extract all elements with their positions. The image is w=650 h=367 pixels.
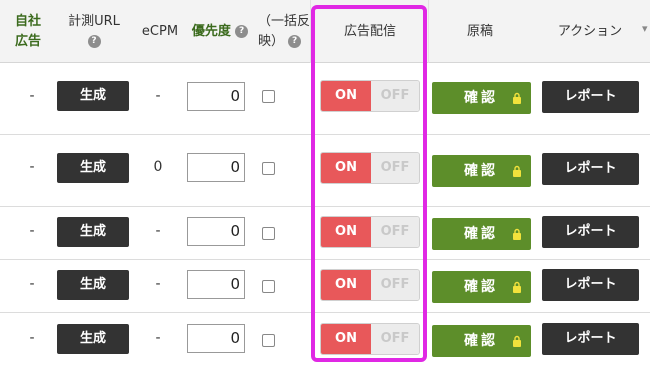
confirm-label: 確認 (464, 90, 498, 106)
delivery-toggle[interactable]: ON OFF (320, 269, 420, 301)
delivery-toggle[interactable]: ON OFF (320, 216, 420, 248)
table-row: - 生成 - 0 ON OFF 確認 レポート (0, 63, 650, 135)
report-button[interactable]: レポート (542, 153, 639, 185)
report-button[interactable]: レポート (542, 269, 639, 301)
generate-url-button[interactable]: 生成 (57, 217, 129, 247)
toggle-on-label[interactable]: ON (321, 153, 371, 183)
delivery-toggle[interactable]: ON OFF (320, 152, 420, 184)
bulk-apply-checkbox[interactable] (262, 227, 275, 240)
report-button[interactable]: レポート (542, 81, 639, 113)
delivery-toggle[interactable]: ON OFF (320, 80, 420, 112)
header-jisha-line2: 広告 (14, 34, 41, 49)
bulk-apply-checkbox[interactable] (262, 90, 275, 103)
header-keisoku-url-label: 計測URL (68, 14, 120, 29)
toggle-off-label[interactable]: OFF (371, 324, 419, 354)
lock-icon (513, 165, 521, 177)
lock-icon (513, 228, 521, 240)
delivery-toggle[interactable]: ON OFF (320, 323, 420, 355)
lock-icon (513, 281, 521, 293)
confirm-creative-button[interactable]: 確認 (432, 155, 531, 187)
priority-input[interactable]: 0 (187, 217, 245, 246)
table-header: 自社 広告 計測URL ? eCPM 優先度 ? （一括反 映） ? 広告配信 … (0, 0, 650, 63)
ecpm-value: 0 (153, 159, 163, 175)
jisha-value: - (29, 88, 35, 104)
toggle-off-label[interactable]: OFF (371, 153, 419, 183)
confirm-label: 確認 (464, 226, 498, 242)
toggle-on-label[interactable]: ON (321, 324, 371, 354)
toggle-on-label[interactable]: ON (321, 81, 371, 111)
header-ad-delivery: 広告配信 (343, 24, 396, 39)
bulk-apply-checkbox[interactable] (262, 334, 275, 347)
priority-input[interactable]: 0 (187, 324, 245, 353)
confirm-creative-button[interactable]: 確認 (432, 325, 531, 357)
toggle-on-label[interactable]: ON (321, 217, 371, 247)
jisha-value: - (29, 223, 35, 239)
help-icon[interactable]: ? (288, 35, 302, 48)
help-icon[interactable]: ? (87, 35, 101, 48)
jisha-value: - (29, 159, 35, 175)
table-row: - 生成 - 0 ON OFF 確認 レポート (0, 313, 650, 367)
priority-input[interactable]: 0 (187, 153, 245, 182)
bulk-apply-checkbox[interactable] (262, 280, 275, 293)
table-row: - 生成 - 0 ON OFF 確認 レポート (0, 207, 650, 260)
header-ikkatsu-line2: 映） (258, 34, 285, 49)
header-priority-label: 優先度 (191, 24, 231, 39)
column-edge-mark: ▾ (642, 22, 648, 35)
header-ikkatsu-line1: （一括反 (258, 14, 311, 29)
header-jisha-koukoku: 自社 広告 (10, 12, 46, 52)
header-ikkatsu: （一括反 映） ? (258, 12, 310, 52)
help-icon[interactable]: ? (235, 25, 249, 38)
generate-url-button[interactable]: 生成 (57, 324, 129, 354)
lock-icon (513, 335, 521, 347)
toggle-off-label[interactable]: OFF (371, 270, 419, 300)
generate-url-button[interactable]: 生成 (57, 270, 129, 300)
toggle-off-label[interactable]: OFF (371, 81, 419, 111)
ecpm-value: - (155, 276, 161, 292)
jisha-value: - (29, 276, 35, 292)
confirm-creative-button[interactable]: 確認 (432, 218, 531, 250)
bulk-apply-checkbox[interactable] (262, 162, 275, 175)
confirm-creative-button[interactable]: 確認 (432, 271, 531, 303)
lock-icon (513, 92, 521, 104)
header-genkou: 原稿 (466, 24, 493, 39)
generate-url-button[interactable]: 生成 (57, 153, 129, 183)
ecpm-value: - (155, 223, 161, 239)
generate-url-button[interactable]: 生成 (57, 81, 129, 111)
confirm-label: 確認 (464, 279, 498, 295)
jisha-value: - (29, 330, 35, 346)
header-keisoku-url: 計測URL ? (60, 12, 128, 52)
priority-input[interactable]: 0 (187, 82, 245, 111)
table-row: - 生成 0 0 ON OFF 確認 レポート (0, 135, 650, 207)
table-row: - 生成 - 0 ON OFF 確認 レポート (0, 260, 650, 313)
ad-table: 自社 広告 計測URL ? eCPM 優先度 ? （一括反 映） ? 広告配信 … (0, 0, 650, 367)
header-priority: 優先度 ? (184, 22, 256, 42)
confirm-creative-button[interactable]: 確認 (432, 82, 531, 114)
confirm-label: 確認 (464, 163, 498, 179)
toggle-on-label[interactable]: ON (321, 270, 371, 300)
report-button[interactable]: レポート (542, 216, 639, 248)
ecpm-value: - (155, 88, 161, 104)
confirm-label: 確認 (464, 333, 498, 349)
toggle-off-label[interactable]: OFF (371, 217, 419, 247)
report-button[interactable]: レポート (542, 323, 639, 355)
ecpm-value: - (155, 330, 161, 346)
header-ecpm: eCPM (141, 24, 179, 39)
priority-input[interactable]: 0 (187, 270, 245, 299)
header-jisha-line1: 自社 (14, 14, 41, 29)
header-action: アクション (557, 24, 623, 39)
